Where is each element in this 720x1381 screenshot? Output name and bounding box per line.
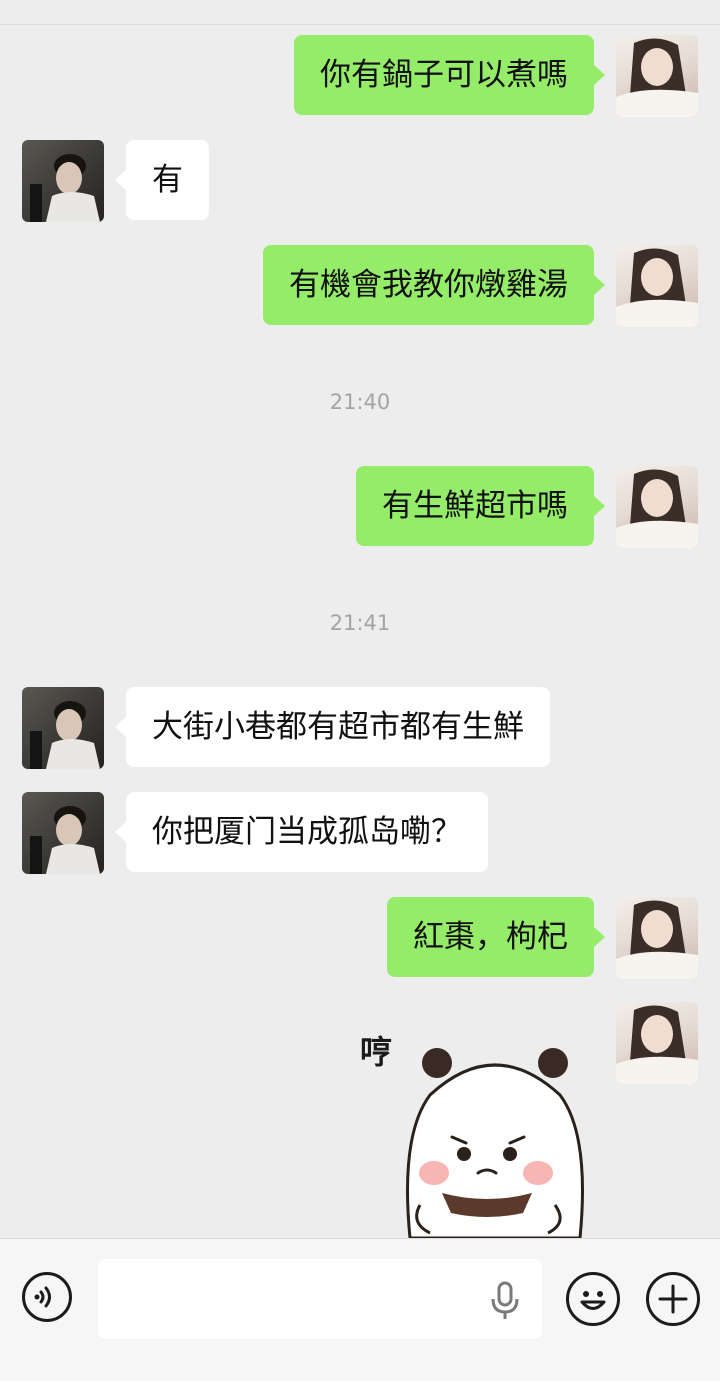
microphone-icon[interactable] [490, 1281, 520, 1321]
my-avatar[interactable] [616, 466, 698, 548]
contact-message-bubble[interactable]: 你把厦门当成孤岛嘞？ [115, 792, 488, 872]
contact-avatar[interactable] [22, 792, 104, 874]
input-toolbar [0, 1238, 720, 1381]
message-input[interactable] [98, 1259, 542, 1339]
my-avatar[interactable] [616, 35, 698, 117]
contact-message-bubble[interactable]: 有 [115, 140, 209, 220]
plus-icon[interactable] [646, 1272, 700, 1326]
contact-message-bubble[interactable]: 大街小巷都有超市都有生鮮 [115, 687, 550, 767]
contact-avatar[interactable] [22, 140, 104, 222]
my-message-bubble[interactable]: 有機會我教你燉雞湯 [263, 245, 605, 325]
my-avatar[interactable] [616, 1002, 698, 1084]
timestamp: 21:40 [329, 390, 391, 414]
my-message-bubble[interactable]: 紅棗，枸杞 [387, 897, 605, 977]
voice-mode-icon[interactable] [22, 1272, 72, 1322]
sticker-caption: 哼 [360, 1033, 392, 1071]
my-message-bubble[interactable]: 有生鮮超市嗎 [356, 466, 605, 546]
my-avatar[interactable] [616, 897, 698, 979]
my-message-bubble[interactable]: 你有鍋子可以煮嗎 [294, 35, 605, 115]
emoji-icon[interactable] [566, 1272, 620, 1326]
chat-area[interactable]: 你有鍋子可以煮嗎 有 有機會我教你燉雞湯 21:40 有生鮮超市嗎 21:41 … [0, 0, 720, 1240]
contact-avatar[interactable] [22, 687, 104, 769]
panda-bear-sticker[interactable]: 哼 [360, 1025, 590, 1240]
my-avatar[interactable] [616, 245, 698, 327]
timestamp: 21:41 [329, 611, 391, 635]
